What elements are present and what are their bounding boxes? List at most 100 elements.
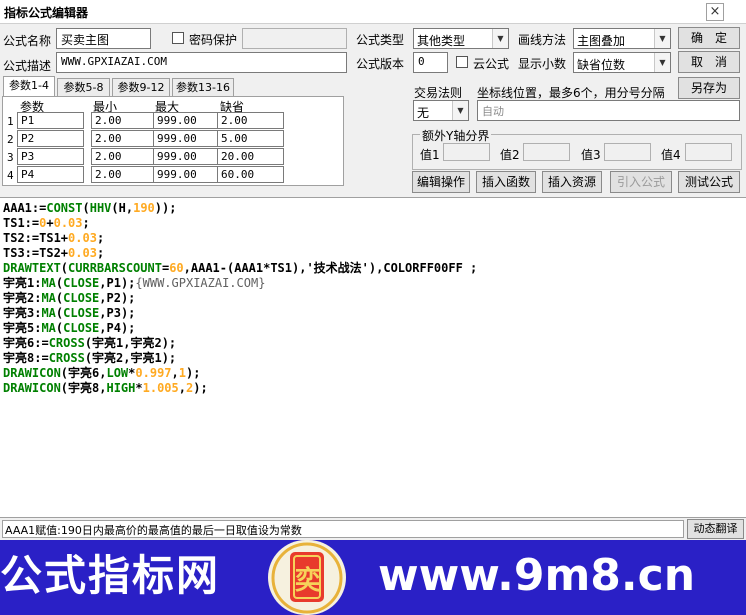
param-default-input[interactable]: 5.00 (217, 130, 284, 147)
chevron-down-icon: ▼ (492, 29, 508, 48)
draw-value: 主图叠加 (577, 34, 626, 48)
dynamic-translate-button[interactable]: 动态翻译 (687, 519, 744, 539)
code-line: 宇亮5:MA(CLOSE,P4); (3, 321, 135, 336)
code-token: TS1:= (3, 216, 40, 230)
code-token: MA (41, 321, 56, 335)
code-token: TS3:=TS2+ (3, 246, 69, 260)
param-min-input[interactable]: 2.00 (91, 166, 158, 183)
param-name-input[interactable]: P2 (17, 130, 84, 147)
version-input[interactable]: 0 (413, 52, 448, 73)
code-token: (宇亮1,宇亮2); (84, 336, 177, 350)
watermark-banner: 公式指标网 奕 www.9m8.cn (0, 540, 746, 615)
param-row-index: 3 (7, 151, 14, 164)
param-max-input[interactable]: 999.00 (153, 112, 220, 129)
param-max-input[interactable]: 999.00 (153, 148, 220, 165)
name-input[interactable]: 买卖主图 (56, 28, 151, 49)
tab-params-5-8[interactable]: 参数5-8 (57, 78, 110, 96)
desc-input[interactable]: WWW.GPXIAZAI.COM (56, 52, 347, 73)
window-title: 指标公式编辑器 (4, 6, 89, 20)
title-bar (0, 0, 746, 24)
seal-logo: 奕 (268, 540, 346, 615)
param-default-input[interactable]: 2.00 (217, 112, 284, 129)
param-name-input[interactable]: P4 (17, 166, 84, 183)
type-select[interactable]: 其他类型 ▼ (413, 28, 509, 49)
value1-label: 值1 (420, 148, 440, 162)
code-token: 1.005 (142, 381, 179, 395)
code-token: MA (41, 306, 56, 320)
code-token: MA (41, 291, 56, 305)
close-button[interactable]: × (706, 3, 724, 21)
code-token: HHV (89, 201, 112, 215)
code-token: {WWW.GPXIAZAI.COM} (135, 276, 266, 290)
param-default-input[interactable]: 20.00 (217, 148, 284, 165)
code-token: CLOSE (63, 276, 100, 290)
decimals-select[interactable]: 缺省位数 ▼ (573, 52, 671, 73)
tab-params-13-16[interactable]: 参数13-16 (172, 78, 234, 96)
test-formula-button[interactable]: 测试公式 (678, 171, 740, 193)
name-label: 公式名称 (3, 34, 52, 48)
save-as-button[interactable]: 另存为 (678, 77, 740, 99)
value2-input[interactable] (523, 143, 570, 161)
code-token: 190 (133, 201, 155, 215)
cloud-checkbox[interactable] (456, 56, 468, 68)
coord-input[interactable]: 自动 (477, 100, 740, 121)
code-token: (宇亮8, (60, 381, 107, 395)
param-default-input[interactable]: 60.00 (217, 166, 284, 183)
param-max-input[interactable]: 999.00 (153, 130, 220, 147)
code-token: 宇亮1: (3, 276, 42, 290)
code-token: DRAWICON (3, 381, 61, 395)
close-icon: × (709, 4, 721, 19)
code-token: 宇亮8:= (3, 351, 49, 365)
banner-left-text: 公式指标网 (0, 551, 221, 600)
param-row-index: 2 (7, 133, 14, 146)
value1-input[interactable] (443, 143, 490, 161)
trade-rule-select[interactable]: 无 ▼ (413, 100, 469, 121)
import-formula-button[interactable]: 引入公式 (610, 171, 672, 193)
code-line: 宇亮8:=CROSS(宇亮2,宇亮1); (3, 351, 176, 366)
password-checkbox[interactable] (172, 32, 184, 44)
tab-params-1-4[interactable]: 参数1-4 (3, 76, 55, 97)
insert-resource-button[interactable]: 插入资源 (542, 171, 602, 193)
code-token: ; (82, 216, 90, 230)
param-min-input[interactable]: 2.00 (91, 130, 158, 147)
password-input[interactable] (242, 28, 347, 49)
param-name-input[interactable]: P1 (17, 112, 84, 129)
edit-ops-button[interactable]: 编辑操作 (412, 171, 470, 193)
code-token: AAA1:= (3, 201, 47, 215)
code-token: 0.03 (53, 216, 83, 230)
decimals-value: 缺省位数 (577, 58, 626, 72)
value4-input[interactable] (685, 143, 732, 161)
cloud-label: 云公式 (473, 57, 510, 71)
code-token: + (46, 216, 54, 230)
cancel-button[interactable]: 取 消 (678, 51, 740, 73)
param-max-input[interactable]: 999.00 (153, 166, 220, 183)
param-min-input[interactable]: 2.00 (91, 112, 158, 129)
code-token: CLOSE (63, 291, 100, 305)
version-label: 公式版本 (356, 57, 405, 71)
draw-label: 画线方法 (518, 33, 567, 47)
code-editor[interactable]: AAA1:=CONST(HHV(H,190)); TS1:=0+0.03; TS2:… (0, 197, 746, 518)
code-token: ( (60, 261, 69, 275)
code-line: TS1:=0+0.03; (3, 216, 90, 231)
value3-label: 值3 (581, 148, 601, 162)
param-min-input[interactable]: 2.00 (91, 148, 158, 165)
tab-params-9-12[interactable]: 参数9-12 (112, 78, 170, 96)
code-token: TS2:=TS1+ (3, 231, 69, 245)
code-line: TS3:=TS2+0.03; (3, 246, 104, 261)
param-row-index: 4 (7, 169, 14, 182)
code-token: CROSS (48, 336, 85, 350)
code-token: 0.03 (68, 231, 97, 245)
seal-text: 奕 (295, 566, 322, 596)
chevron-down-icon: ▼ (654, 53, 670, 72)
draw-select[interactable]: 主图叠加 ▼ (573, 28, 671, 49)
insert-function-button[interactable]: 插入函数 (476, 171, 536, 193)
param-row-index: 1 (7, 115, 14, 128)
param-name-input[interactable]: P3 (17, 148, 84, 165)
value3-input[interactable] (604, 143, 651, 161)
type-value: 其他类型 (417, 34, 466, 48)
ok-button[interactable]: 确 定 (678, 27, 740, 49)
code-line: AAA1:=CONST(HHV(H,190)); (3, 201, 176, 216)
code-token: 宇亮3: (3, 306, 42, 320)
code-token: HIGH (106, 381, 136, 395)
code-token: CURRBARSCOUNT (68, 261, 162, 275)
